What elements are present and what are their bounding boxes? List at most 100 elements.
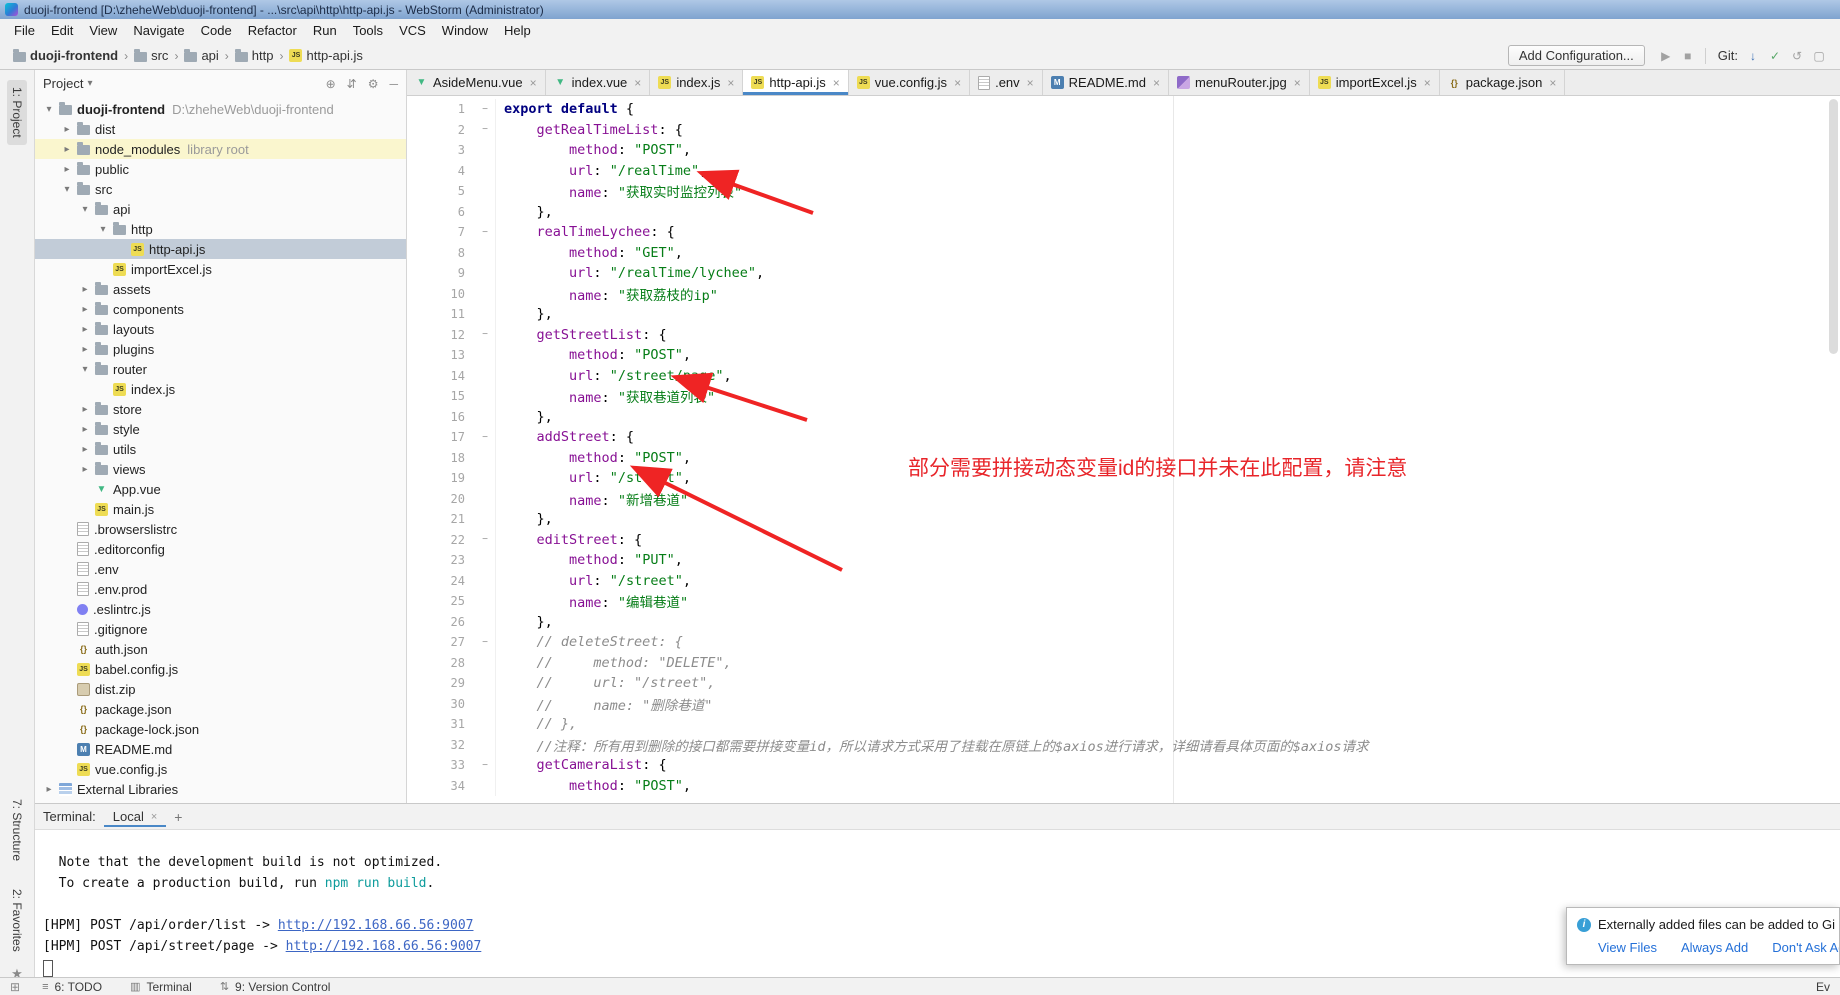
tree-item-components[interactable]: ▸components <box>35 299 406 319</box>
chevron-collapsed-icon[interactable]: ▸ <box>77 304 93 315</box>
tool-window-switcher-icon[interactable]: ⊞ <box>10 980 20 994</box>
expand-collapse-icon[interactable]: ⇵ <box>347 77 357 91</box>
tree-item-layouts[interactable]: ▸layouts <box>35 319 406 339</box>
code-line[interactable]: 23 method: "PUT", <box>407 550 1826 571</box>
line-number[interactable]: 33 <box>407 758 475 772</box>
terminal-link[interactable]: http://192.168.66.56:9007 <box>286 939 482 954</box>
code-line[interactable]: 2− getRealTimeList: { <box>407 120 1826 141</box>
line-number[interactable]: 9 <box>407 266 475 280</box>
line-number[interactable]: 15 <box>407 389 475 403</box>
chevron-collapsed-icon[interactable]: ▸ <box>41 784 57 795</box>
line-number[interactable]: 6 <box>407 205 475 219</box>
stripe-tab-structure[interactable]: 7: Structure <box>7 792 27 868</box>
line-number[interactable]: 16 <box>407 410 475 424</box>
tree-item-External Libraries[interactable]: ▸External Libraries <box>35 779 406 799</box>
code-line[interactable]: 15 name: "获取巷道列表" <box>407 386 1826 407</box>
fold-marker-icon[interactable]: − <box>475 530 496 551</box>
tree-item-.gitignore[interactable]: .gitignore <box>35 619 406 639</box>
code-line[interactable]: 27− // deleteStreet: { <box>407 632 1826 653</box>
line-number[interactable]: 2 <box>407 123 475 137</box>
close-icon[interactable]: × <box>1294 76 1301 90</box>
close-icon[interactable]: × <box>530 76 537 90</box>
tree-item-style[interactable]: ▸style <box>35 419 406 439</box>
chevron-collapsed-icon[interactable]: ▸ <box>77 444 93 455</box>
tree-item-.env[interactable]: .env <box>35 559 406 579</box>
code-line[interactable]: 30 // name: "删除巷道" <box>407 694 1826 715</box>
tree-item-.editorconfig[interactable]: .editorconfig <box>35 539 406 559</box>
notification-action-view-files[interactable]: View Files <box>1598 940 1657 955</box>
git-update-icon[interactable]: ↓ <box>1742 49 1764 63</box>
code-line[interactable]: 10 name: "获取荔枝的ip" <box>407 284 1826 305</box>
code-line[interactable]: 33− getCameraList: { <box>407 755 1826 776</box>
tab-menuRouter.jpg[interactable]: menuRouter.jpg× <box>1169 70 1310 95</box>
chevron-collapsed-icon[interactable]: ▸ <box>77 404 93 415</box>
tree-item-public[interactable]: ▸public <box>35 159 406 179</box>
close-icon[interactable]: × <box>1549 76 1556 90</box>
code-line[interactable]: 21 }, <box>407 509 1826 530</box>
new-terminal-icon[interactable]: + <box>174 809 182 825</box>
code-line[interactable]: 11 }, <box>407 304 1826 325</box>
line-number[interactable]: 7 <box>407 225 475 239</box>
chevron-expanded-icon[interactable]: ▾ <box>95 224 111 235</box>
chevron-down-icon[interactable]: ▾ <box>87 78 92 89</box>
close-icon[interactable]: × <box>833 76 840 90</box>
scrollbar-thumb[interactable] <box>1829 99 1838 354</box>
line-number[interactable]: 5 <box>407 184 475 198</box>
breadcrumb-item-http[interactable]: http <box>232 47 277 64</box>
line-number[interactable]: 31 <box>407 717 475 731</box>
code-line[interactable]: 26 }, <box>407 612 1826 633</box>
terminal-tab-local[interactable]: Local × <box>104 806 167 827</box>
line-number[interactable]: 13 <box>407 348 475 362</box>
menu-vcs[interactable]: VCS <box>391 19 434 42</box>
tab-.env[interactable]: .env× <box>970 70 1043 95</box>
chevron-collapsed-icon[interactable]: ▸ <box>77 344 93 355</box>
line-number[interactable]: 25 <box>407 594 475 608</box>
tree-item-duoji-frontend[interactable]: ▾duoji-frontendD:\zheheWeb\duoji-fronten… <box>35 99 406 119</box>
chevron-expanded-icon[interactable]: ▾ <box>59 184 75 195</box>
tab-README.md[interactable]: MREADME.md× <box>1043 70 1169 95</box>
tree-item-router[interactable]: ▾router <box>35 359 406 379</box>
breadcrumb-item-http-api.js[interactable]: JShttp-api.js <box>286 47 365 64</box>
tree-item-views[interactable]: ▸views <box>35 459 406 479</box>
fold-marker-icon[interactable]: − <box>475 632 496 653</box>
tree-item-package.json[interactable]: {}package.json <box>35 699 406 719</box>
menu-help[interactable]: Help <box>496 19 539 42</box>
menu-view[interactable]: View <box>81 19 125 42</box>
code-line[interactable]: 24 url: "/street", <box>407 571 1826 592</box>
tree-item-App.vue[interactable]: ▼App.vue <box>35 479 406 499</box>
chevron-expanded-icon[interactable]: ▾ <box>41 104 57 115</box>
tree-item-plugins[interactable]: ▸plugins <box>35 339 406 359</box>
chevron-collapsed-icon[interactable]: ▸ <box>77 424 93 435</box>
tree-item-dist.zip[interactable]: dist.zip <box>35 679 406 699</box>
hide-panel-icon[interactable]: ─ <box>389 77 398 91</box>
tree-item-api[interactable]: ▾api <box>35 199 406 219</box>
tab-AsideMenu.vue[interactable]: ▼AsideMenu.vue× <box>407 70 546 95</box>
tree-item-http[interactable]: ▾http <box>35 219 406 239</box>
code-line[interactable]: 4 url: "/realTime", <box>407 161 1826 182</box>
line-number[interactable]: 28 <box>407 656 475 670</box>
tree-item-.env.prod[interactable]: .env.prod <box>35 579 406 599</box>
code-line[interactable]: 20 name: "新增巷道" <box>407 489 1826 510</box>
line-number[interactable]: 18 <box>407 451 475 465</box>
breadcrumb-item-api[interactable]: api <box>181 47 221 64</box>
fold-marker-icon[interactable]: − <box>475 222 496 243</box>
line-number[interactable]: 4 <box>407 164 475 178</box>
close-icon[interactable]: × <box>151 811 157 823</box>
menu-tools[interactable]: Tools <box>345 19 391 42</box>
line-number[interactable]: 20 <box>407 492 475 506</box>
tab-vue.config.js[interactable]: JSvue.config.js× <box>849 70 970 95</box>
notification-action-always-add[interactable]: Always Add <box>1681 940 1748 955</box>
code-line[interactable]: 17− addStreet: { <box>407 427 1826 448</box>
line-number[interactable]: 19 <box>407 471 475 485</box>
tree-item-utils[interactable]: ▸utils <box>35 439 406 459</box>
editor-scrollbar[interactable] <box>1827 96 1840 803</box>
code-line[interactable]: 34 method: "POST", <box>407 776 1826 797</box>
line-number[interactable]: 27 <box>407 635 475 649</box>
line-number[interactable]: 32 <box>407 738 475 752</box>
breadcrumb-item-src[interactable]: src <box>131 47 171 64</box>
code-area[interactable]: 1−export default {2− getRealTimeList: {3… <box>407 96 1840 803</box>
tree-item-babel.config.js[interactable]: JSbabel.config.js <box>35 659 406 679</box>
code-line[interactable]: 31 // }, <box>407 714 1826 735</box>
chevron-collapsed-icon[interactable]: ▸ <box>77 324 93 335</box>
line-number[interactable]: 21 <box>407 512 475 526</box>
